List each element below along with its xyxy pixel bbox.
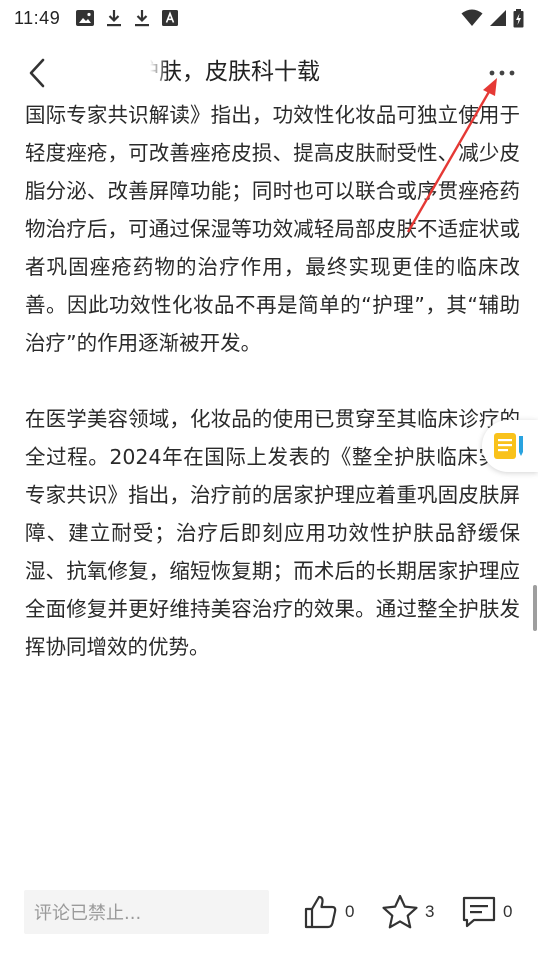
favorite-count: 3 xyxy=(425,902,435,921)
article-paragraph: 国际专家共识解读》指出，功效性化妆品可独立使用于轻度痤疮，可改善痤疮皮损、提高皮… xyxy=(25,103,520,355)
comment-button[interactable]: 0 xyxy=(461,894,512,930)
page-title-text: 护肤，皮肤科十载 xyxy=(150,59,320,85)
article-content: 国际专家共识解读》指出，功效性化妆品可独立使用于轻度痤疮，可改善痤疮皮损、提高皮… xyxy=(25,96,520,876)
download-icon xyxy=(134,9,150,27)
scrollbar-thumb[interactable] xyxy=(533,585,537,631)
chevron-left-icon xyxy=(29,58,45,88)
more-options-button[interactable] xyxy=(484,60,520,86)
comment-count: 0 xyxy=(503,902,513,921)
article-paragraph: 在医学美容领域，化妆品的使用已贯穿至其临床诊疗的全过程。2024年在国际上发表的… xyxy=(25,407,520,659)
comment-icon xyxy=(462,896,496,928)
status-notification-icons xyxy=(76,9,179,27)
comment-input[interactable]: 评论已禁止... xyxy=(24,890,269,934)
status-bar: 11:49 xyxy=(0,0,538,36)
back-button[interactable] xyxy=(22,58,52,88)
status-system-icons xyxy=(461,8,524,28)
more-horizontal-icon xyxy=(489,70,515,76)
bottom-action-bar: 评论已禁止... 0 3 0 xyxy=(0,876,538,958)
page-title: 护肤，皮肤科十载 xyxy=(150,54,388,90)
notes-icon xyxy=(494,433,523,459)
favorite-button[interactable]: 3 xyxy=(381,894,434,930)
download-icon xyxy=(106,9,122,27)
floating-notes-button[interactable] xyxy=(482,420,538,472)
signal-icon xyxy=(489,9,507,27)
like-button[interactable]: 0 xyxy=(303,894,354,930)
status-time: 11:49 xyxy=(14,7,61,28)
thumbs-up-icon xyxy=(304,895,337,929)
a-box-icon xyxy=(162,10,179,26)
star-icon xyxy=(382,894,418,929)
battery-icon xyxy=(513,8,524,28)
image-icon xyxy=(76,10,95,26)
wifi-icon xyxy=(461,9,483,27)
like-count: 0 xyxy=(345,902,355,921)
